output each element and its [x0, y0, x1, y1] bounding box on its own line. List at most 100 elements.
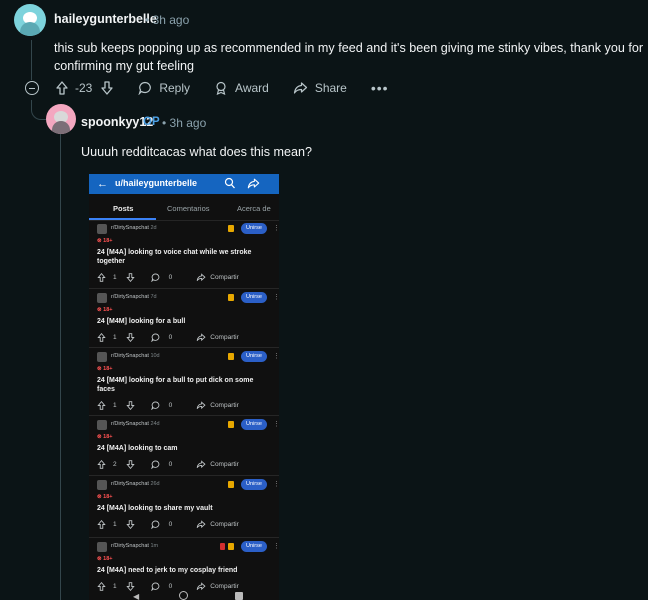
post-share[interactable]: Compartir	[210, 461, 239, 468]
downvote-icon[interactable]	[100, 81, 114, 95]
post-share[interactable]: Compartir	[210, 583, 239, 590]
nav-home-icon	[179, 591, 188, 600]
post-item[interactable]: r/DirtySnapchat 24d Unirse ⋮ ⊗ 18+ 24 [M4A] …	[89, 419, 279, 474]
award-icon	[216, 81, 226, 95]
join-button[interactable]: Unirse	[241, 479, 267, 490]
post-item[interactable]: r/DirtySnapchat 2d Unirse ⋮ ⊗ 18+ 24 [M4A] l…	[89, 223, 279, 287]
more-icon[interactable]: ⋮	[273, 352, 279, 360]
post-comments: 0	[168, 461, 173, 468]
post-title[interactable]: 24 [M4M] looking for a bull	[97, 317, 267, 326]
post-share[interactable]: Compartir	[210, 521, 239, 528]
post-title[interactable]: 24 [M4M] looking for a bull to put dick …	[97, 376, 267, 394]
award-button[interactable]: Award	[214, 81, 269, 95]
lock-icon	[228, 421, 234, 428]
post-share[interactable]: Compartir	[210, 402, 239, 409]
downvote-icon	[125, 520, 135, 529]
lock-icon	[228, 225, 234, 232]
thread-line[interactable]	[31, 40, 32, 80]
reply-button[interactable]: Reply	[138, 81, 190, 95]
nav-back-icon: ◀	[133, 592, 140, 600]
search-icon	[224, 177, 235, 189]
downvote-icon	[125, 582, 135, 591]
post-item[interactable]: r/DirtySnapchat 10d Unirse ⋮ ⊗ 18+ 24 [M4M] …	[89, 351, 279, 415]
post-divider	[89, 347, 279, 348]
upvote-icon	[97, 460, 106, 469]
more-icon[interactable]: ⋮	[273, 542, 279, 550]
reply-text: Uuuuh redditcacas what does this mean?	[81, 145, 313, 159]
post-subreddit: r/DirtySnapchat 2d	[111, 225, 157, 231]
share-icon	[196, 401, 206, 410]
post-comments: 0	[168, 402, 173, 409]
subreddit-avatar	[97, 352, 107, 362]
post-title[interactable]: 24 [M4A] looking to voice chat while we …	[97, 248, 267, 266]
join-button[interactable]: Unirse	[241, 223, 267, 234]
embedded-screenshot[interactable]: ← u/haileygunterbelle Posts Comentarios …	[89, 174, 279, 600]
thread-branch	[31, 100, 47, 120]
tab-posts: Posts	[113, 204, 134, 213]
comment-time: • 3h ago	[145, 13, 190, 27]
post-share[interactable]: Compartir	[210, 334, 239, 341]
post-votes: 1	[113, 583, 117, 590]
profile-username: u/haileygunterbelle	[115, 178, 198, 188]
share-icon	[293, 82, 307, 94]
share-button[interactable]: Share	[293, 81, 347, 95]
avatar-spoonkyy12[interactable]	[46, 104, 76, 134]
op-badge: OP	[143, 116, 160, 128]
post-share[interactable]: Compartir	[210, 274, 239, 281]
avatar-haileygunterbelle[interactable]	[14, 4, 46, 36]
more-icon[interactable]: ⋮	[273, 420, 279, 428]
post-item[interactable]: r/DirtySnapchat 26d Unirse ⋮ ⊗ 18+ 24 [M4A] …	[89, 479, 279, 534]
join-button[interactable]: Unirse	[241, 351, 267, 362]
delete-icon	[220, 543, 225, 550]
nav-recents-icon	[235, 592, 243, 600]
comment-icon	[150, 582, 159, 591]
reply-icon	[138, 81, 152, 95]
post-votes: 1	[113, 521, 117, 528]
upvote-icon	[97, 520, 106, 529]
upvote-icon	[97, 401, 106, 410]
upvote-icon	[97, 582, 106, 591]
post-divider	[89, 288, 279, 289]
subreddit-avatar	[97, 480, 107, 490]
post-title[interactable]: 24 [M4A] looking to cam	[97, 444, 267, 453]
reply-time: • 3h ago	[162, 116, 207, 130]
post-title[interactable]: 24 [M4A] need to jerk to my cosplay frie…	[97, 566, 267, 575]
more-icon[interactable]: ⋮	[273, 293, 279, 301]
nsfw-badge: ⊗ 18+	[97, 366, 113, 372]
post-comments: 0	[168, 334, 173, 341]
subreddit-avatar	[97, 293, 107, 303]
comment-icon	[150, 520, 159, 529]
post-item[interactable]: r/DirtySnapchat 7d Unirse ⋮ ⊗ 18+ 24 [M4M] l…	[89, 292, 279, 347]
back-arrow-icon: ←	[97, 178, 108, 190]
post-actions: 1 0 Compartir	[97, 401, 239, 410]
comment-text: this sub keeps popping up as recommended…	[54, 41, 644, 73]
post-subreddit: r/DirtySnapchat 26d	[111, 481, 160, 487]
post-divider	[89, 415, 279, 416]
post-item[interactable]: r/DirtySnapchat 1m Unirse ⋮ ⊗ 18+ 24 [M4A] n…	[89, 541, 279, 596]
more-icon[interactable]: ⋮	[273, 224, 279, 232]
share-icon	[196, 273, 206, 282]
lock-icon	[228, 543, 234, 550]
comment-author[interactable]: haileygunterbelle	[54, 12, 157, 26]
post-subreddit: r/DirtySnapchat 24d	[111, 421, 160, 427]
post-title[interactable]: 24 [M4A] looking to share my vault	[97, 504, 267, 513]
thread-line[interactable]	[60, 134, 61, 600]
lock-icon	[228, 294, 234, 301]
downvote-icon	[125, 401, 135, 410]
join-button[interactable]: Unirse	[241, 419, 267, 430]
more-options-button[interactable]: •••	[371, 80, 389, 96]
comment-icon	[150, 401, 159, 410]
join-button[interactable]: Unirse	[241, 292, 267, 303]
score: -23	[75, 81, 93, 95]
post-votes: 1	[113, 274, 117, 281]
post-votes: 1	[113, 402, 117, 409]
collapse-icon[interactable]	[25, 81, 39, 95]
subreddit-avatar	[97, 542, 107, 552]
upvote-icon	[97, 333, 106, 342]
join-button[interactable]: Unirse	[241, 541, 267, 552]
post-actions: 1 0 Compartir	[97, 520, 239, 529]
subreddit-avatar	[97, 420, 107, 430]
more-icon[interactable]: ⋮	[273, 480, 279, 488]
upvote-icon[interactable]	[55, 81, 69, 95]
nsfw-badge: ⊗ 18+	[97, 434, 113, 440]
